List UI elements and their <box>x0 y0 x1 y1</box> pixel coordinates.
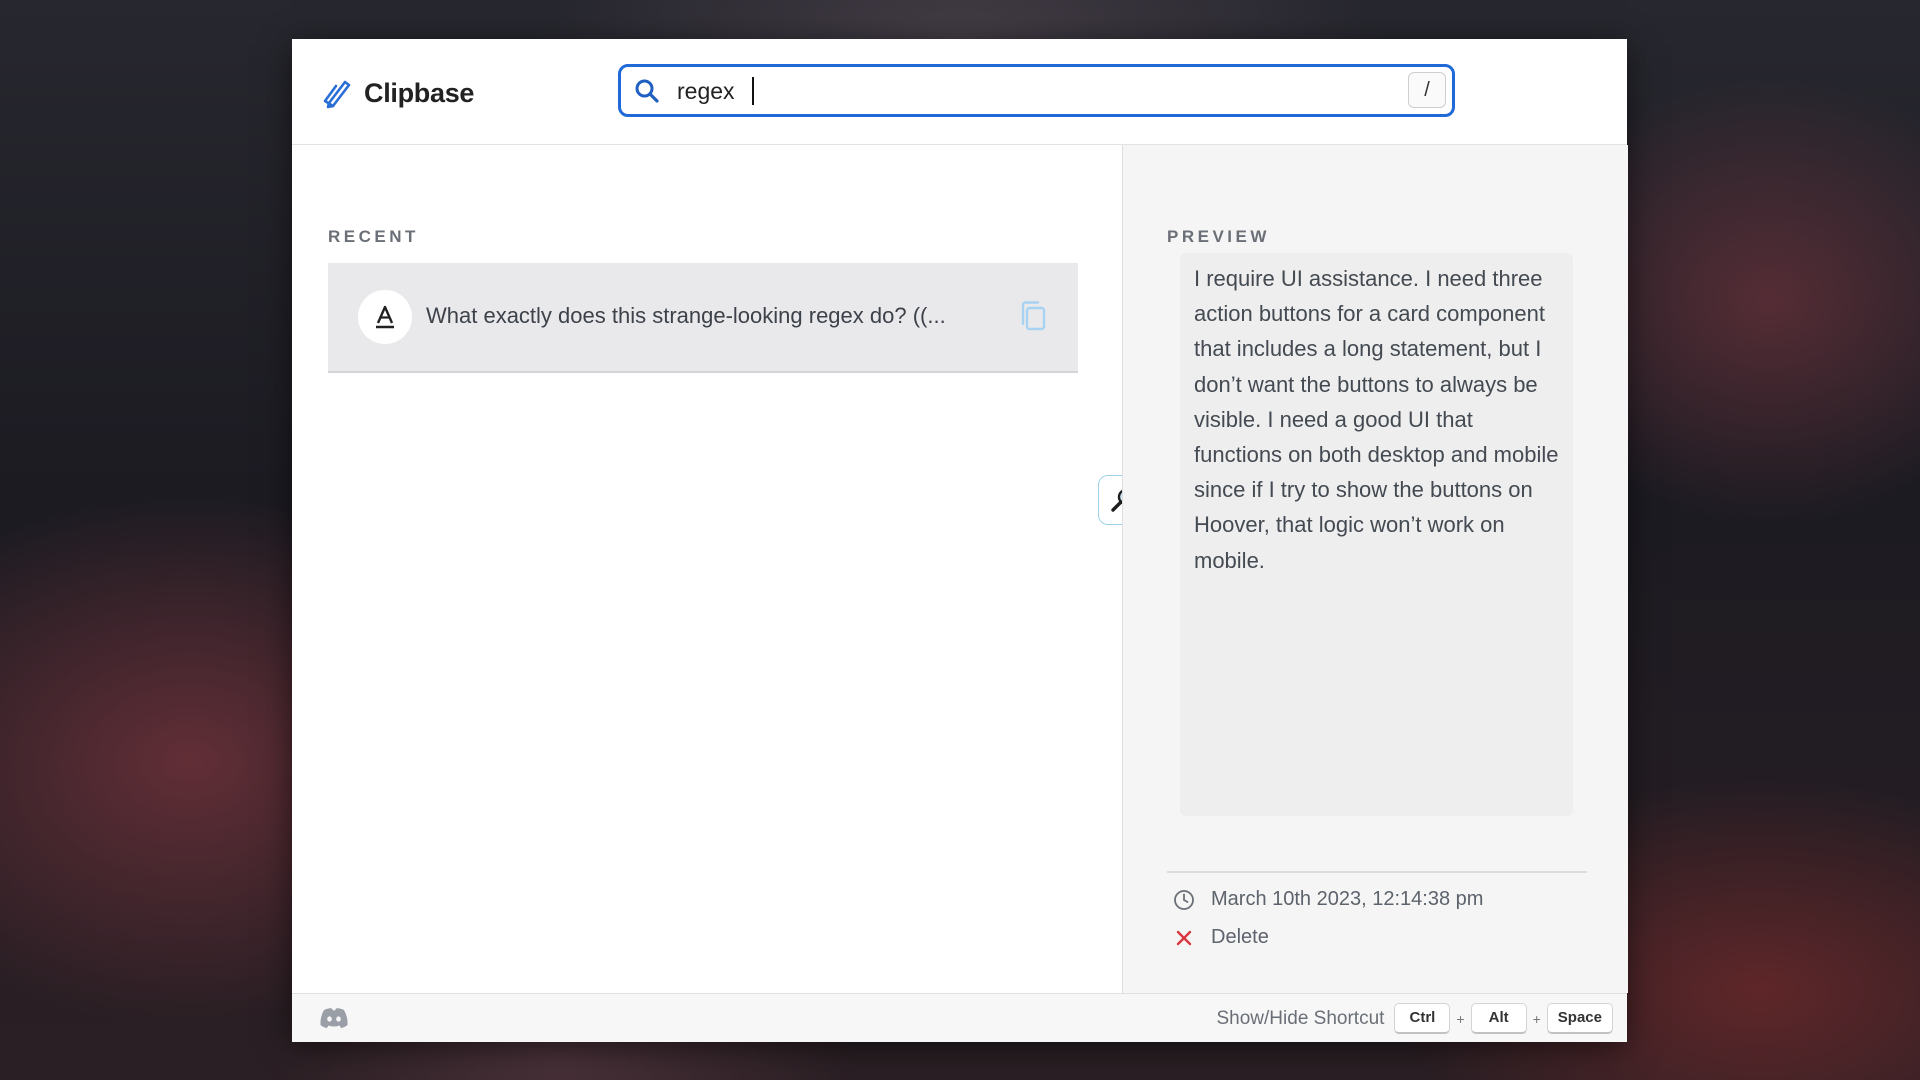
divider <box>1167 871 1587 873</box>
recent-panel: RECENT What exactly does this strange-lo… <box>292 145 1122 993</box>
copy-icon[interactable] <box>1018 299 1048 333</box>
shortcut-label: Show/Hide Shortcut <box>1216 1007 1385 1029</box>
key-alt: Alt <box>1470 1003 1527 1034</box>
key-separator: + <box>1456 1010 1465 1027</box>
key-separator: + <box>1532 1010 1541 1027</box>
search-icon <box>635 79 659 103</box>
clip-preview-text: What exactly does this strange-looking r… <box>426 303 946 328</box>
list-item[interactable]: What exactly does this strange-looking r… <box>328 263 1078 373</box>
header: Clipbase / <box>292 39 1627 145</box>
brand: Clipbase <box>320 73 474 113</box>
text-caret <box>752 77 754 105</box>
app-name: Clipbase <box>364 77 475 108</box>
clip-timestamp-row: March 10th 2023, 12:14:38 pm <box>1173 888 1483 911</box>
delete-button[interactable]: Delete <box>1173 926 1269 949</box>
clip-type-badge <box>358 290 412 344</box>
paperclip-pen-icon <box>323 80 351 109</box>
clock-icon <box>1174 889 1194 910</box>
preview-section-label: PREVIEW <box>1167 227 1270 246</box>
key-ctrl: Ctrl <box>1394 1003 1451 1034</box>
clipbase-window: Clipbase / RECENT What exactly does this… <box>292 39 1628 1042</box>
preview-text: I require UI assistance. I need three ac… <box>1194 266 1559 573</box>
delete-label: Delete <box>1211 926 1269 948</box>
key-space: Space <box>1546 1003 1613 1034</box>
close-icon <box>1176 930 1192 945</box>
preview-content-box: I require UI assistance. I need three ac… <box>1180 253 1573 816</box>
shortcut-hint: Show/Hide Shortcut Ctrl + Alt + Space <box>1216 1003 1613 1034</box>
search-shortcut-key: / <box>1408 72 1446 108</box>
search-bar[interactable]: / <box>618 64 1455 117</box>
search-input[interactable] <box>677 73 1377 109</box>
recent-section-label: RECENT <box>328 227 419 246</box>
clip-timestamp: March 10th 2023, 12:14:38 pm <box>1211 888 1484 910</box>
text-a-icon <box>376 305 394 329</box>
discord-icon[interactable] <box>318 1006 350 1030</box>
preview-panel: PREVIEW I require UI assistance. I need … <box>1122 145 1628 993</box>
footer: Show/Hide Shortcut Ctrl + Alt + Space <box>292 993 1627 1042</box>
